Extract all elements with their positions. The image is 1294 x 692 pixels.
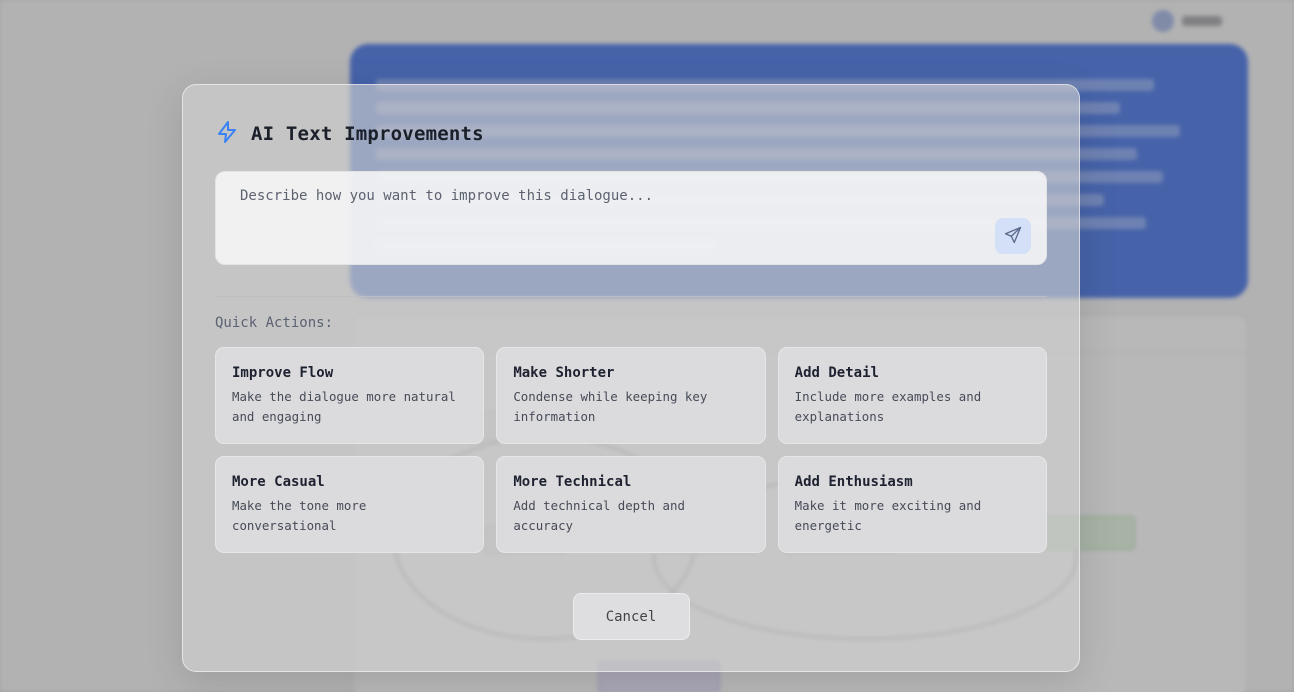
modal-header: AI Text Improvements	[215, 119, 1047, 149]
lightning-icon	[215, 120, 239, 148]
quick-action-description: Add technical depth and accuracy	[513, 497, 685, 533]
quick-action-title: Improve Flow	[232, 364, 334, 381]
quick-action-more-technical[interactable]: More Technical Add technical depth and a…	[496, 456, 766, 553]
quick-action-description: Include more examples and explanations	[794, 388, 982, 424]
quick-actions-grid: Improve Flow Make the dialogue more natu…	[215, 347, 1047, 553]
send-icon	[1003, 225, 1023, 248]
quick-actions-label: Quick Actions:	[215, 315, 334, 331]
send-button[interactable]	[995, 218, 1031, 254]
quick-action-description: Make the tone more conversational	[232, 497, 367, 533]
quick-action-description: Make it more exciting and energetic	[794, 497, 982, 533]
ai-text-improvements-dialog: AI Text Improvements Quick Actions: Impr…	[182, 84, 1080, 672]
modal-title: AI Text Improvements	[251, 123, 484, 145]
quick-action-title: Add Detail	[794, 364, 879, 381]
quick-action-improve-flow[interactable]: Improve Flow Make the dialogue more natu…	[215, 347, 485, 444]
modal-footer: Cancel	[215, 593, 1047, 640]
quick-action-title: More Casual	[232, 473, 325, 490]
quick-action-description: Condense while keeping key information	[513, 388, 708, 424]
prompt-box	[215, 171, 1047, 265]
quick-action-more-casual[interactable]: More Casual Make the tone more conversat…	[215, 456, 485, 553]
quick-action-title: Add Enthusiasm	[794, 473, 913, 490]
quick-action-make-shorter[interactable]: Make Shorter Condense while keeping key …	[496, 347, 766, 444]
quick-action-description: Make the dialogue more natural and engag…	[232, 388, 456, 424]
improvement-prompt-input[interactable]	[216, 172, 1046, 264]
quick-action-add-detail[interactable]: Add Detail Include more examples and exp…	[777, 347, 1047, 444]
quick-action-title: More Technical	[513, 473, 632, 490]
divider	[215, 296, 1047, 297]
quick-action-add-enthusiasm[interactable]: Add Enthusiasm Make it more exciting and…	[777, 456, 1047, 553]
cancel-button[interactable]: Cancel	[572, 593, 690, 640]
quick-action-title: Make Shorter	[513, 364, 615, 381]
